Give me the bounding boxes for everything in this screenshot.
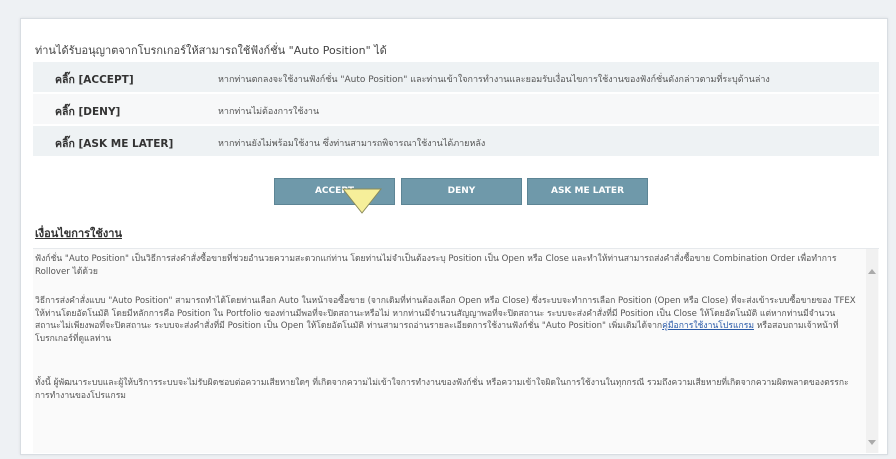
option-description: หากท่านไม่ต้องการใช้งาน [218,107,320,117]
option-row-accept: คลิ๊ก [ACCEPT] หากท่านตกลงจะใช้งานฟังก์ช… [33,62,879,92]
user-manual-link[interactable]: คู่มือการใช้งานโปรแกรม [662,321,754,331]
option-key: คลิ๊ก [ASK ME LATER] [55,138,174,150]
option-key: คลิ๊ก [DENY] [55,106,121,118]
terms-scrollbar[interactable] [866,249,878,453]
option-description: หากท่านยังไม่พร้อมใช้งาน ซึ่งท่านสามารถพ… [218,139,486,149]
cursor-arrow-icon [341,187,383,219]
terms-paragraph-1: ฟังก์ชั่น "Auto Position" เป็นวิธีการส่ง… [35,254,837,277]
option-row-ask-later: คลิ๊ก [ASK ME LATER] หากท่านยังไม่พร้อมใ… [33,126,879,156]
ask-me-later-button[interactable]: ASK ME LATER [527,178,648,205]
scroll-down-icon[interactable] [868,440,876,445]
auto-position-dialog: ท่านได้รับอนุญาตจากโบรกเกอร์ให้สามารถใช้… [20,18,888,455]
dialog-title: ท่านได้รับอนุญาตจากโบรกเกอร์ให้สามารถใช้… [35,44,387,57]
option-row-deny: คลิ๊ก [DENY] หากท่านไม่ต้องการใช้งาน [33,94,879,124]
option-description: หากท่านตกลงจะใช้งานฟังก์ชั่น "Auto Posit… [218,75,770,85]
terms-paragraph-3: ทั้งนี้ ผู้พัฒนาระบบและผู้ให้บริการระบบจ… [35,378,849,401]
terms-paragraph-2: วิธีการส่งคำสั่งแบบ "Auto Position" สามา… [35,295,857,345]
option-key: คลิ๊ก [ACCEPT] [55,74,134,86]
deny-button[interactable]: DENY [401,178,522,205]
terms-title: เงื่อนไขการใช้งาน [35,227,122,240]
scroll-up-icon[interactable] [868,269,876,274]
terms-content: ฟังก์ชั่น "Auto Position" เป็นวิธีการส่ง… [33,248,879,453]
